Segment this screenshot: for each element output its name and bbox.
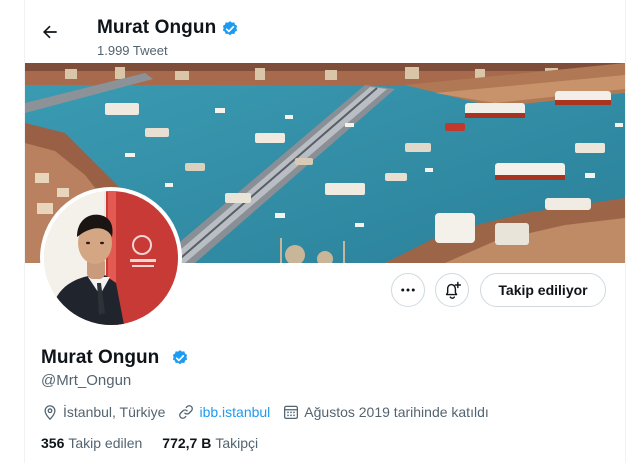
following-link[interactable]: 356 Takip edilen [41, 435, 142, 451]
following-label: Takip edilen [68, 435, 143, 451]
profile-header-bar: Murat Ongun 1.999 Tweet [25, 0, 625, 63]
back-button[interactable] [35, 17, 65, 47]
followers-label: Takipçi [215, 435, 259, 451]
following-button[interactable]: Takip ediliyor [480, 273, 606, 307]
profile-name: Murat Ongun [41, 347, 160, 368]
follow-stats: 356 Takip edilen 772,7 B Takipçi [41, 435, 278, 451]
joined-text: Ağustos 2019 tarihinde katıldı [304, 404, 489, 420]
tweet-count: 1.999 Tweet [97, 43, 168, 58]
more-horizontal-icon [401, 288, 415, 292]
profile-page: Murat Ongun 1.999 Tweet Takip ediliyor M… [24, 0, 626, 463]
followers-count: 772,7 B [162, 435, 212, 451]
bell-plus-icon [445, 281, 462, 299]
more-button[interactable] [391, 273, 425, 307]
verified-badge-icon [172, 350, 188, 365]
link-icon [179, 405, 194, 419]
calendar-icon [284, 405, 299, 420]
website-link[interactable]: ibb.istanbul [199, 404, 270, 420]
following-count: 356 [41, 435, 65, 451]
profile-meta: İstanbul, Türkiye ibb.istanbul Ağustos 2… [41, 402, 501, 422]
profile-handle: @Mrt_Ongun [41, 372, 132, 389]
avatar-photo [44, 191, 178, 325]
joined-item: Ağustos 2019 tarihinde katıldı [282, 403, 489, 421]
location-pin-icon [44, 405, 56, 421]
notifications-button[interactable] [435, 273, 469, 307]
location-text: İstanbul, Türkiye [63, 404, 166, 420]
arrow-left-icon [43, 25, 57, 39]
website-item[interactable]: ibb.istanbul [177, 403, 270, 421]
followers-link[interactable]: 772,7 B Takipçi [162, 435, 258, 451]
verified-badge-icon [222, 21, 238, 36]
header-name: Murat Ongun [97, 17, 217, 38]
profile-avatar[interactable] [40, 187, 182, 329]
location-item: İstanbul, Türkiye [41, 403, 165, 421]
